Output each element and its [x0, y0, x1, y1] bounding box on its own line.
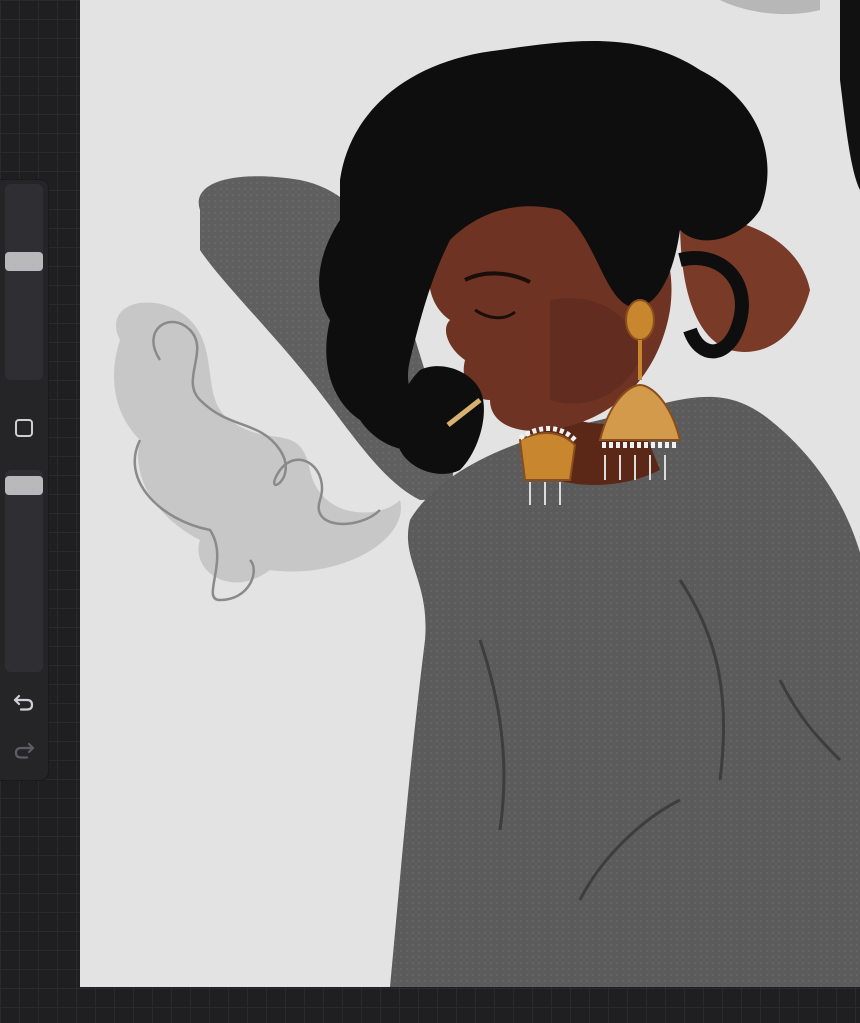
brush-size-slider[interactable] [5, 184, 43, 380]
edge-smudge [720, 0, 820, 15]
redo-button[interactable] [10, 736, 38, 764]
square-outline-icon [15, 419, 33, 437]
app-window [0, 0, 860, 1023]
redo-arrow-icon [14, 742, 35, 759]
brush-opacity-slider-thumb[interactable] [5, 476, 43, 495]
undo-arrow-icon [13, 694, 34, 711]
modify-button[interactable] [13, 417, 35, 439]
brush-opacity-slider[interactable] [5, 470, 43, 672]
brush-size-slider-thumb[interactable] [5, 252, 43, 271]
undo-button[interactable] [10, 688, 38, 716]
bottom-workspace-edge [0, 987, 860, 1023]
drawing-canvas[interactable] [80, 0, 860, 987]
brush-sidebar [0, 180, 48, 780]
edge-hair [840, 0, 860, 190]
artwork [114, 0, 860, 987]
